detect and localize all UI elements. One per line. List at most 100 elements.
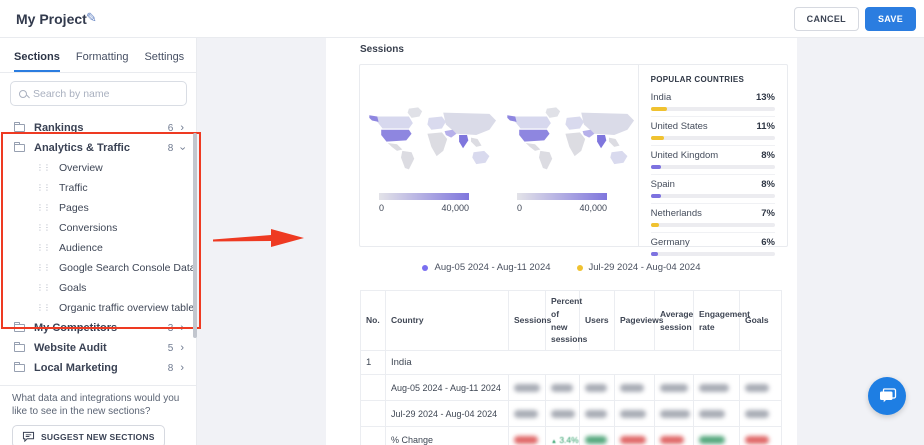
positive-change-value: ▲ 3.4%	[551, 434, 579, 445]
legend-dot	[576, 264, 583, 271]
chevron-right-icon: ›	[180, 121, 184, 134]
chevron-right-icon: ›	[180, 361, 184, 374]
drag-handle-icon[interactable]: ⋮⋮	[36, 244, 51, 252]
sidebar-item-analytics-traffic[interactable]: Analytics & Traffic 8 ›	[0, 138, 196, 158]
blurred-value	[660, 409, 690, 418]
sidebar-subitem-organic-traffic-table[interactable]: ⋮⋮ Organic traffic overview table	[0, 298, 196, 318]
search-icon	[19, 89, 27, 98]
drag-handle-icon[interactable]: ⋮⋮	[36, 284, 51, 292]
map-color-scale	[379, 193, 469, 200]
chat-bubble-icon	[880, 388, 897, 403]
sessions-map-card: 0 40,000 0 40,000 POPULAR COUNTRIES Indi…	[359, 64, 788, 256]
blurred-value	[745, 383, 769, 392]
world-map-chart-previous	[507, 107, 635, 170]
sidebar-item-local-marketing[interactable]: Local Marketing 8 ›	[0, 358, 196, 378]
section-title: Sessions	[360, 44, 404, 55]
sections-list: Rankings 6 › Analytics & Traffic 8 › ⋮⋮ …	[0, 118, 196, 378]
chevron-down-icon: ›	[176, 146, 189, 150]
drag-handle-icon[interactable]: ⋮⋮	[36, 304, 51, 312]
blurred-value	[585, 409, 607, 418]
blurred-value	[699, 409, 725, 418]
blurred-value	[620, 383, 644, 392]
legend-dot	[422, 264, 429, 271]
popular-country-row: India 13%	[650, 88, 775, 117]
country-bar	[650, 165, 661, 169]
table-group-row: 1 India	[360, 350, 782, 375]
folder-icon	[14, 142, 25, 152]
sidebar-subitem-audience[interactable]: ⋮⋮ Audience	[0, 238, 196, 258]
search-box[interactable]	[10, 81, 187, 106]
date-range-legend: Aug-05 2024 - Aug-11 2024 Jul-29 2024 - …	[326, 262, 797, 273]
chat-widget-button[interactable]	[868, 377, 906, 415]
sidebar-item-my-competitors[interactable]: My Competitors 3 ›	[0, 318, 196, 338]
blurred-value	[585, 383, 607, 392]
blurred-value	[660, 383, 688, 392]
legend-item: Aug-05 2024 - Aug-11 2024	[422, 262, 551, 273]
search-input[interactable]	[33, 87, 178, 100]
map-color-scale	[517, 193, 607, 200]
drag-handle-icon[interactable]: ⋮⋮	[36, 224, 51, 232]
sidebar-item-website-audit[interactable]: Website Audit 5 ›	[0, 338, 196, 358]
sidebar-subitem-pages[interactable]: ⋮⋮ Pages	[0, 198, 196, 218]
legend-item: Jul-29 2024 - Aug-04 2024	[576, 262, 701, 273]
suggest-question: What data and integrations would you lik…	[12, 393, 180, 417]
blurred-value-positive	[699, 435, 725, 444]
drag-handle-icon[interactable]: ⋮⋮	[36, 204, 51, 212]
table-row: Jul-29 2024 - Aug-04 2024	[360, 400, 782, 427]
drag-handle-icon[interactable]: ⋮⋮	[36, 264, 51, 272]
folder-icon	[14, 362, 25, 372]
blurred-value	[620, 409, 646, 418]
country-bar	[650, 252, 659, 256]
blurred-value	[514, 383, 540, 392]
sidebar-subitem-conversions[interactable]: ⋮⋮ Conversions	[0, 218, 196, 238]
scale-min-label: 0	[517, 203, 523, 213]
blurred-value-negative	[745, 435, 769, 444]
save-button[interactable]: SAVE	[864, 7, 916, 31]
folder-icon	[14, 122, 25, 132]
table-header-row: No. Country Sessions Percent of new sess…	[360, 290, 782, 351]
blurred-value	[514, 409, 538, 418]
blurred-value-negative	[660, 435, 684, 444]
blurred-value	[745, 409, 769, 418]
cancel-button[interactable]: CANCEL	[793, 7, 859, 31]
blurred-value	[551, 409, 575, 418]
sidebar: Sections Formatting Settings Rankings 6 …	[0, 38, 197, 445]
tab-settings[interactable]: Settings	[144, 51, 184, 72]
country-bar	[650, 136, 665, 140]
folder-icon	[14, 322, 25, 332]
drag-handle-icon[interactable]: ⋮⋮	[36, 184, 51, 192]
folder-icon	[14, 342, 25, 352]
edit-pencil-icon[interactable]: ✎	[86, 10, 97, 26]
project-title: My Project	[16, 11, 87, 27]
tab-sections[interactable]: Sections	[14, 51, 60, 72]
blurred-value-positive	[585, 435, 607, 444]
annotation-red-arrow	[213, 229, 304, 247]
maps-area: 0 40,000 0 40,000	[360, 65, 638, 246]
popular-countries-title: POPULAR COUNTRIES	[650, 75, 745, 84]
popular-country-row: Germany 6%	[650, 233, 775, 261]
country-bar	[650, 194, 661, 198]
popular-country-row: Netherlands 7%	[650, 204, 775, 233]
suggest-new-sections-button[interactable]: SUGGEST NEW SECTIONS	[12, 425, 165, 445]
country-bar	[650, 107, 667, 111]
blurred-value-negative	[514, 435, 538, 444]
sidebar-subitem-goals[interactable]: ⋮⋮ Goals	[0, 278, 196, 298]
sidebar-tabs: Sections Formatting Settings	[0, 38, 196, 73]
top-bar: My Project ✎ CANCEL SAVE	[0, 0, 924, 38]
scale-max-label: 40,000	[441, 203, 469, 213]
sidebar-subitem-google-search-console[interactable]: ⋮⋮ Google Search Console Data	[0, 258, 196, 278]
sidebar-subitem-overview[interactable]: ⋮⋮ Overview	[0, 158, 196, 178]
sessions-by-country-table: No. Country Sessions Percent of new sess…	[360, 290, 782, 445]
country-bar	[650, 223, 660, 227]
blurred-value-negative	[620, 435, 646, 444]
sidebar-scrollbar[interactable]	[193, 133, 197, 338]
app-window: My Project ✎ CANCEL SAVE Sections Format…	[0, 0, 924, 445]
sidebar-subitem-traffic[interactable]: ⋮⋮ Traffic	[0, 178, 196, 198]
drag-handle-icon[interactable]: ⋮⋮	[36, 164, 51, 172]
scale-max-label: 40,000	[579, 203, 607, 213]
table-row: Aug-05 2024 - Aug-11 2024	[360, 374, 782, 401]
sidebar-item-rankings[interactable]: Rankings 6 ›	[0, 118, 196, 138]
tab-formatting[interactable]: Formatting	[76, 51, 129, 72]
scale-min-label: 0	[379, 203, 385, 213]
popular-country-row: United States 11%	[650, 117, 775, 146]
